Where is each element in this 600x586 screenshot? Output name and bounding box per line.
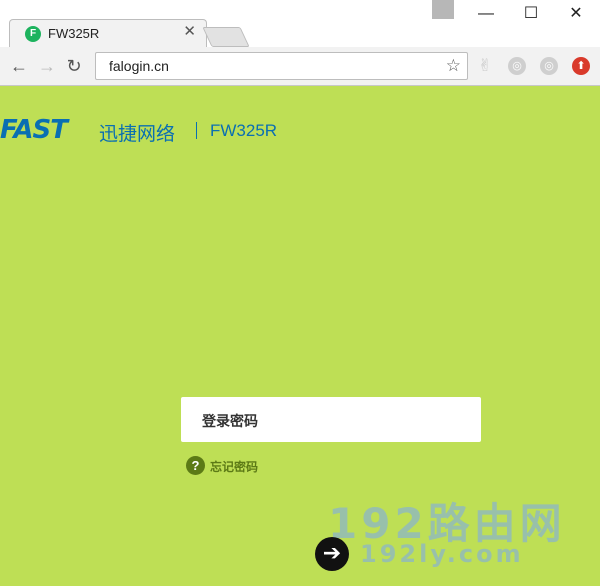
password-placeholder: 登录密码 <box>202 413 258 429</box>
tab-title: FW325R <box>48 26 100 41</box>
watermark-url: 192ly.com <box>360 540 524 568</box>
url-text[interactable]: falogin.cn <box>109 58 169 74</box>
minimize-button[interactable]: — <box>468 4 504 24</box>
browser-toolbar: ← → ↻ falogin.cn ☆ ✌ ◎ ◎ ⬆ <box>0 47 600 86</box>
brand-divider <box>196 122 197 139</box>
login-arrow-button[interactable]: ➔ <box>315 537 349 571</box>
fast-logo: FAST <box>0 115 68 145</box>
close-icon[interactable]: ✕ <box>183 24 196 40</box>
back-arrow-icon[interactable]: ← <box>9 56 29 76</box>
extension-upload-icon[interactable]: ⬆ <box>572 57 590 75</box>
question-icon: ? <box>186 456 205 475</box>
window-close-button[interactable]: ✕ <box>558 4 594 24</box>
reload-icon[interactable]: ↻ <box>64 56 84 76</box>
fast-favicon-icon: F <box>25 26 41 42</box>
router-model: FW325R <box>210 121 278 140</box>
extension-circle-icon[interactable]: ◎ <box>540 57 558 75</box>
maximize-button[interactable]: ☐ <box>513 4 549 24</box>
star-icon[interactable]: ☆ <box>446 56 461 76</box>
new-tab-button[interactable] <box>202 27 250 47</box>
profile-icon[interactable] <box>432 0 454 19</box>
forgot-password-label[interactable]: 忘记密码 <box>210 458 258 475</box>
brand-chinese-name: 迅捷网络 <box>99 124 176 145</box>
forward-arrow-icon[interactable]: → <box>37 56 57 76</box>
address-bar[interactable]: falogin.cn ☆ <box>95 52 468 80</box>
browser-tab[interactable]: F FW325R ✕ <box>9 19 207 48</box>
browser-titlebar: F FW325R ✕ — ☐ ✕ <box>0 0 600 48</box>
password-input[interactable]: 登录密码 <box>181 397 481 442</box>
extension-hand-icon[interactable]: ✌ <box>476 57 494 75</box>
router-login-page: FAST 迅捷网络 FW325R 登录密码 ? 忘记密码 192路由网 192l… <box>0 86 600 586</box>
extension-circle-icon[interactable]: ◎ <box>508 57 526 75</box>
